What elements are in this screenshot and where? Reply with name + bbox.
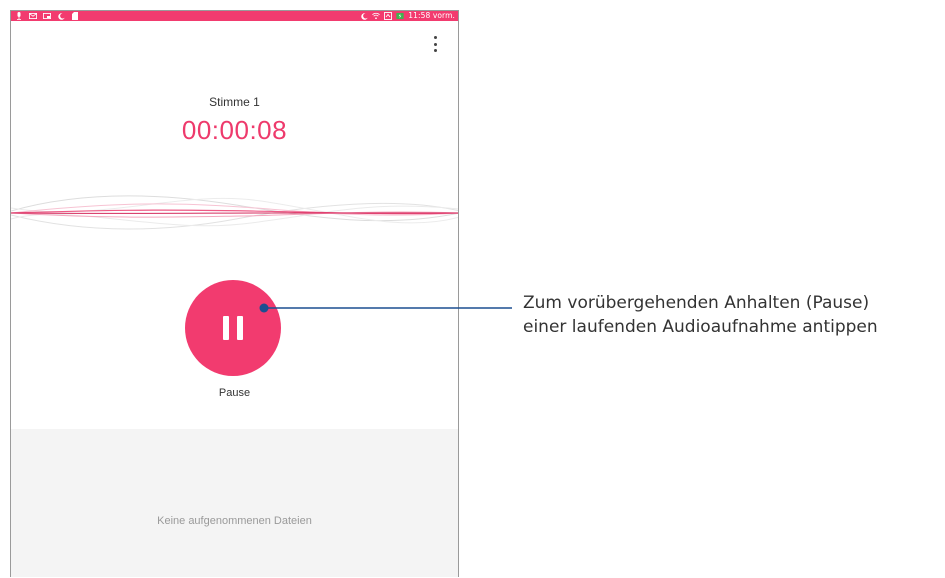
callout-line-2: einer laufenden Audioaufnahme antippen: [523, 317, 878, 337]
recording-name: Stimme 1: [209, 95, 260, 109]
status-bar: 11:58 vorm.: [11, 11, 458, 21]
mail-icon: [29, 12, 37, 20]
battery-charging-icon: [396, 12, 404, 20]
recorded-files-panel: Keine aufgenommenen Dateien: [11, 429, 458, 577]
waveform-visualizer: [11, 195, 458, 230]
wifi-icon: [372, 12, 381, 20]
moon-icon: [360, 12, 368, 20]
device-screen: 11:58 vorm. Stimme 1 00:00:08 Pause Kein…: [10, 10, 459, 577]
moon-icon: [57, 12, 65, 20]
pause-icon: [223, 316, 229, 340]
microphone-icon: [15, 12, 23, 20]
overflow-menu-icon[interactable]: [430, 35, 440, 53]
system-icons: 11:58 vorm.: [360, 11, 455, 21]
empty-files-message: Keine aufgenommenen Dateien: [157, 515, 312, 527]
callout-annotation: Zum vorübergehenden Anhalten (Pause) ein…: [523, 291, 943, 339]
pause-button[interactable]: [185, 280, 281, 376]
cast-icon: [43, 12, 51, 20]
sd-card-icon: [71, 12, 79, 20]
notification-icons: [15, 11, 79, 21]
callout-line-1: Zum vorübergehenden Anhalten (Pause): [523, 293, 870, 313]
pause-label: Pause: [218, 387, 251, 399]
battery-saver-icon: [384, 12, 393, 20]
status-time: 11:58 vorm.: [408, 11, 455, 20]
recording-timer: 00:00:08: [181, 115, 288, 145]
